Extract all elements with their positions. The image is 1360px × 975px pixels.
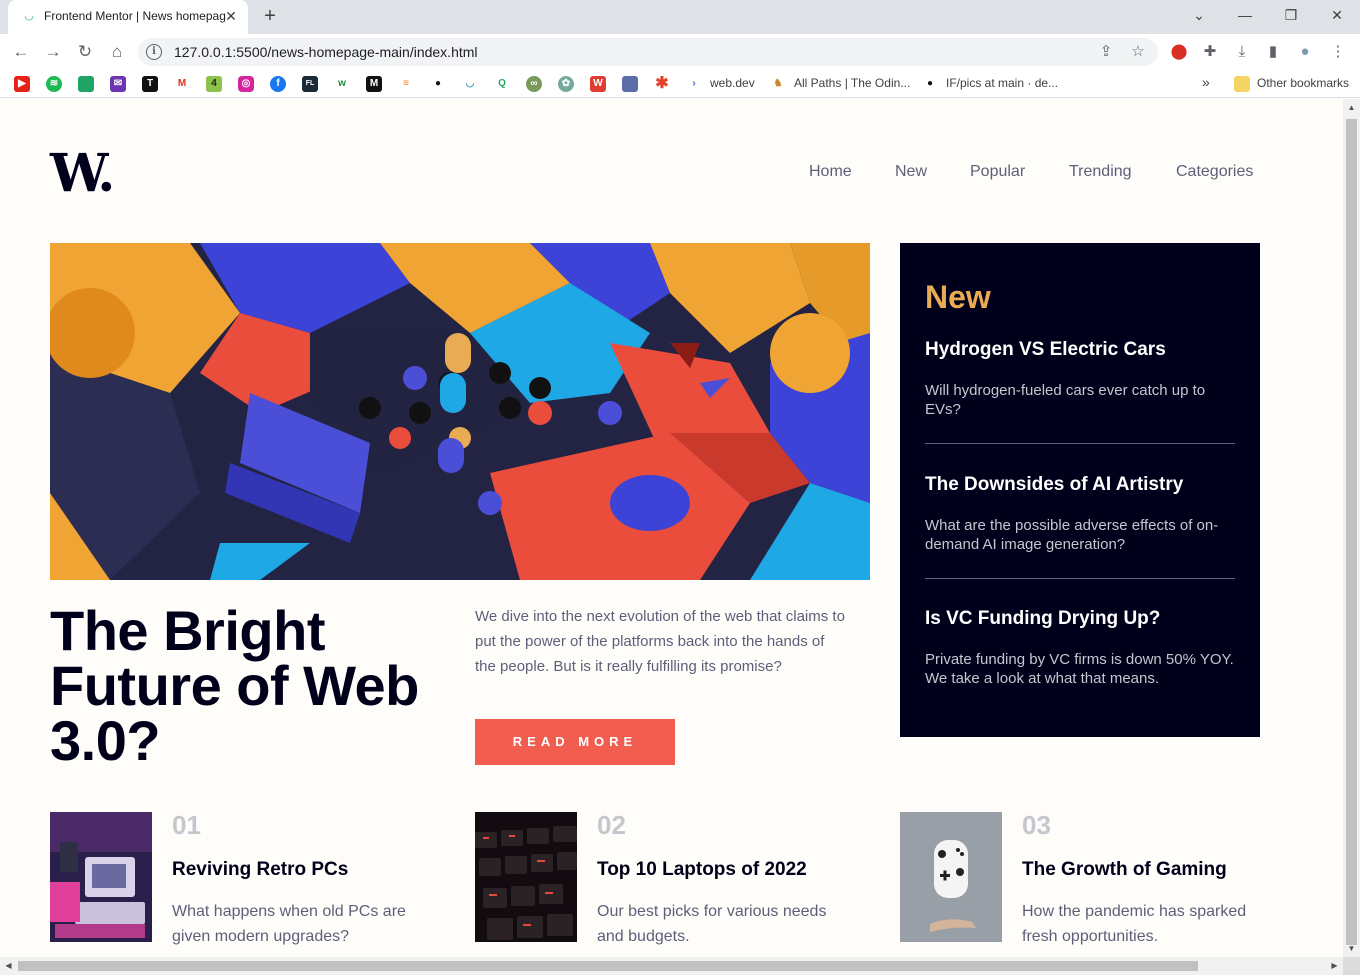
search-green-icon[interactable]: Q <box>494 76 510 92</box>
new-section: New Hydrogen VS Electric Cars Will hydro… <box>900 243 1260 737</box>
laptops-keyboard-image <box>475 812 577 942</box>
webdev-icon[interactable]: › <box>686 76 702 92</box>
card-title[interactable]: The Growth of Gaming <box>1022 859 1227 881</box>
home-icon[interactable]: ⌂ <box>106 41 128 63</box>
bookmark-star-icon[interactable]: ☆ <box>1128 42 1148 62</box>
download-icon[interactable]: ⤓ <box>1231 41 1253 63</box>
hero-title: The Bright Future of Web 3.0? <box>50 599 419 772</box>
nav-popular[interactable]: Popular <box>970 163 1025 181</box>
odin-icon[interactable]: ♞ <box>770 76 786 92</box>
bookmark-github-pics[interactable]: IF/pics at main · de... <box>946 76 1058 90</box>
new-item-title[interactable]: Is VC Funding Drying Up? <box>925 608 1160 630</box>
card-text: What happens when old PCs are given mode… <box>172 903 406 945</box>
bookmark-odin[interactable]: All Paths | The Odin... <box>794 76 910 90</box>
tab-strip: ◡ Frontend Mentor | News homepage ✕ + ⌄ … <box>0 0 1360 34</box>
hero-description: We dive into the next evolution of the w… <box>475 608 845 675</box>
card-text: Our best picks for various needs and bud… <box>597 903 827 945</box>
scroll-right-icon[interactable]: ▶ <box>1326 957 1343 975</box>
bookmarks-bar: ▶ ≋ ✉ T M 4 ◎ f FL w M ≡ ● ◡ Q ∞ ✿ W ✱ ›… <box>0 70 1360 98</box>
tab-search-icon[interactable]: ⌄ <box>1184 4 1214 26</box>
reload-icon[interactable]: ↻ <box>74 41 96 63</box>
instagram-icon[interactable]: ◎ <box>238 76 254 92</box>
retro-pcs-image <box>50 812 152 942</box>
nav-trending[interactable]: Trending <box>1069 163 1132 181</box>
divider <box>925 443 1235 444</box>
folder-icon[interactable] <box>1234 76 1250 92</box>
extension-red-icon[interactable]: ⬤ <box>1168 41 1190 63</box>
new-tab-icon[interactable]: + <box>259 5 281 27</box>
github-icon[interactable]: ● <box>430 76 446 92</box>
leetcode-icon[interactable]: ∞ <box>526 76 542 92</box>
w-red-icon[interactable]: W <box>590 76 606 92</box>
new-item-text: What are the possible adverse effects of… <box>925 517 1219 553</box>
chatgpt-icon[interactable]: ✿ <box>558 76 574 92</box>
spotify-icon[interactable]: ≋ <box>46 76 62 92</box>
vertical-scroll-thumb[interactable] <box>1346 119 1357 945</box>
scrollbar-corner <box>1343 957 1360 975</box>
close-window-icon[interactable]: ✕ <box>1322 4 1352 26</box>
folder-blue-icon[interactable] <box>622 76 638 92</box>
frontend-mentor-favicon-icon: ◡ <box>24 10 34 22</box>
horizontal-scrollbar[interactable]: ◀ ▶ <box>0 957 1343 975</box>
url-text[interactable]: 127.0.0.1:5500/news-homepage-main/index.… <box>174 44 478 60</box>
page-viewport: W. Home New Popular Trending Categories <box>0 99 1343 957</box>
bookmark-webdev[interactable]: web.dev <box>710 76 755 90</box>
card-number: 01 <box>172 810 201 840</box>
menu-kebab-icon[interactable]: ⋮ <box>1327 41 1349 63</box>
close-tab-icon[interactable]: ✕ <box>222 7 240 25</box>
back-icon[interactable]: ← <box>10 41 32 63</box>
gmail-icon[interactable]: M <box>174 76 190 92</box>
tab-title: Frontend Mentor | News homepage <box>44 9 226 23</box>
github-bookmark-icon[interactable]: ● <box>922 76 938 92</box>
four-icon[interactable]: 4 <box>206 76 222 92</box>
card-number: 02 <box>597 810 626 840</box>
site-logo[interactable]: W. <box>50 148 115 200</box>
hero-image <box>50 243 870 580</box>
mail-purple-icon[interactable]: ✉ <box>110 76 126 92</box>
forward-icon[interactable]: → <box>42 41 64 63</box>
new-item-title[interactable]: The Downsides of AI Artistry <box>925 474 1183 496</box>
profile-avatar-icon[interactable]: ● <box>1294 41 1316 63</box>
browser-toolbar: ← → ↻ ⌂ i 127.0.0.1:5500/news-homepage-m… <box>0 34 1360 70</box>
nav-categories[interactable]: Categories <box>1176 163 1253 181</box>
new-item-text: Will hydrogen-fueled cars ever catch up … <box>925 382 1206 418</box>
new-item-title[interactable]: Hydrogen VS Electric Cars <box>925 339 1166 361</box>
new-heading: New <box>925 279 991 315</box>
new-item-text: Private funding by VC firms is down 50% … <box>925 651 1234 687</box>
youtube-icon[interactable]: ▶ <box>14 76 30 92</box>
nav-new[interactable]: New <box>895 163 927 181</box>
scroll-down-icon[interactable]: ▼ <box>1343 940 1360 957</box>
horizontal-scroll-thumb[interactable] <box>18 961 1198 971</box>
scroll-up-icon[interactable]: ▲ <box>1343 99 1360 116</box>
read-more-button[interactable]: READ MORE <box>475 719 675 765</box>
fl-icon[interactable]: FL <box>302 76 318 92</box>
sheets-icon[interactable] <box>78 76 94 92</box>
stackoverflow-icon[interactable]: ≡ <box>398 76 414 92</box>
w-green-icon[interactable]: w <box>334 76 350 92</box>
divider <box>925 578 1235 579</box>
share-icon[interactable]: ⇪ <box>1096 42 1116 62</box>
side-panel-icon[interactable]: ▮ <box>1262 41 1284 63</box>
address-bar[interactable]: i 127.0.0.1:5500/news-homepage-main/inde… <box>138 38 1158 66</box>
medium-icon[interactable]: M <box>366 76 382 92</box>
facebook-icon[interactable]: f <box>270 76 286 92</box>
frontend-mentor-icon[interactable]: ◡ <box>462 76 478 92</box>
scroll-left-icon[interactable]: ◀ <box>0 957 17 975</box>
nav-home[interactable]: Home <box>809 163 852 181</box>
minimize-icon[interactable]: — <box>1230 4 1260 26</box>
bookmark-other[interactable]: Other bookmarks <box>1257 76 1349 90</box>
vertical-scrollbar[interactable]: ▲ ▼ <box>1343 99 1360 957</box>
typing-icon[interactable]: T <box>142 76 158 92</box>
card-number: 03 <box>1022 810 1051 840</box>
browser-tab[interactable]: ◡ Frontend Mentor | News homepage ✕ <box>8 0 248 34</box>
site-info-icon[interactable]: i <box>146 44 162 60</box>
bookmarks-overflow-icon[interactable]: » <box>1202 74 1210 90</box>
gaming-controller-image <box>900 812 1002 942</box>
asterisk-icon[interactable]: ✱ <box>654 76 670 92</box>
extensions-puzzle-icon[interactable]: ✚ <box>1199 41 1221 63</box>
card-title[interactable]: Top 10 Laptops of 2022 <box>597 859 807 881</box>
restore-icon[interactable]: ❐ <box>1276 4 1306 26</box>
card-text: How the pandemic has sparked fresh oppor… <box>1022 903 1247 945</box>
card-title[interactable]: Reviving Retro PCs <box>172 859 348 881</box>
